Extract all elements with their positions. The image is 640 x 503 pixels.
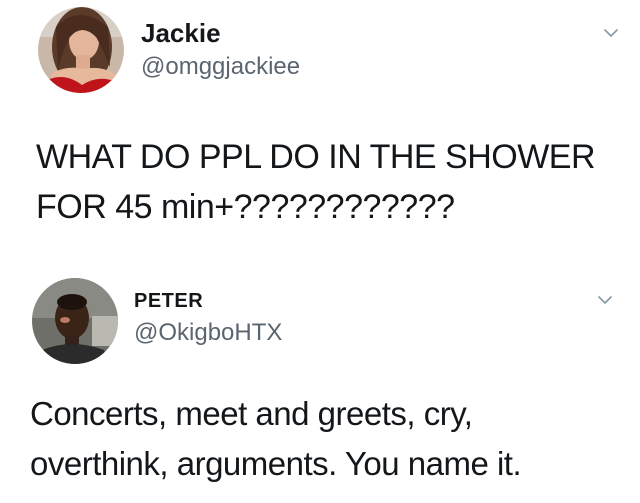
- tweet: PETER @OkigboHTX Concerts, meet and gree…: [0, 262, 640, 503]
- avatar[interactable]: [38, 7, 124, 93]
- tweet-text-line: WHAT DO PPL DO IN THE SHOWER: [36, 138, 596, 176]
- display-name[interactable]: Jackie: [141, 18, 221, 49]
- avatar-photo: [38, 7, 124, 93]
- handle[interactable]: @omggjackiee: [141, 53, 300, 81]
- tweet-text: WHAT DO PPL DO IN THE SHOWER FOR 45 min+…: [36, 132, 596, 232]
- tweet-text-line: overthink, arguments. You name it.: [30, 445, 522, 482]
- avatar[interactable]: [32, 278, 118, 364]
- chevron-down-icon[interactable]: [604, 26, 618, 40]
- tweet: Jackie @omggjackiee WHAT DO PPL DO IN TH…: [0, 0, 640, 248]
- handle[interactable]: @OkigboHTX: [134, 319, 282, 347]
- chevron-down-icon[interactable]: [598, 293, 612, 307]
- tweet-text: Concerts, meet and greets, cry, overthin…: [30, 389, 522, 489]
- display-name[interactable]: PETER: [134, 290, 203, 313]
- avatar-photo: [32, 278, 118, 364]
- tweet-text-line: FOR 45 min+????????????: [36, 188, 455, 226]
- tweet-text-line: Concerts, meet and greets, cry,: [30, 395, 473, 432]
